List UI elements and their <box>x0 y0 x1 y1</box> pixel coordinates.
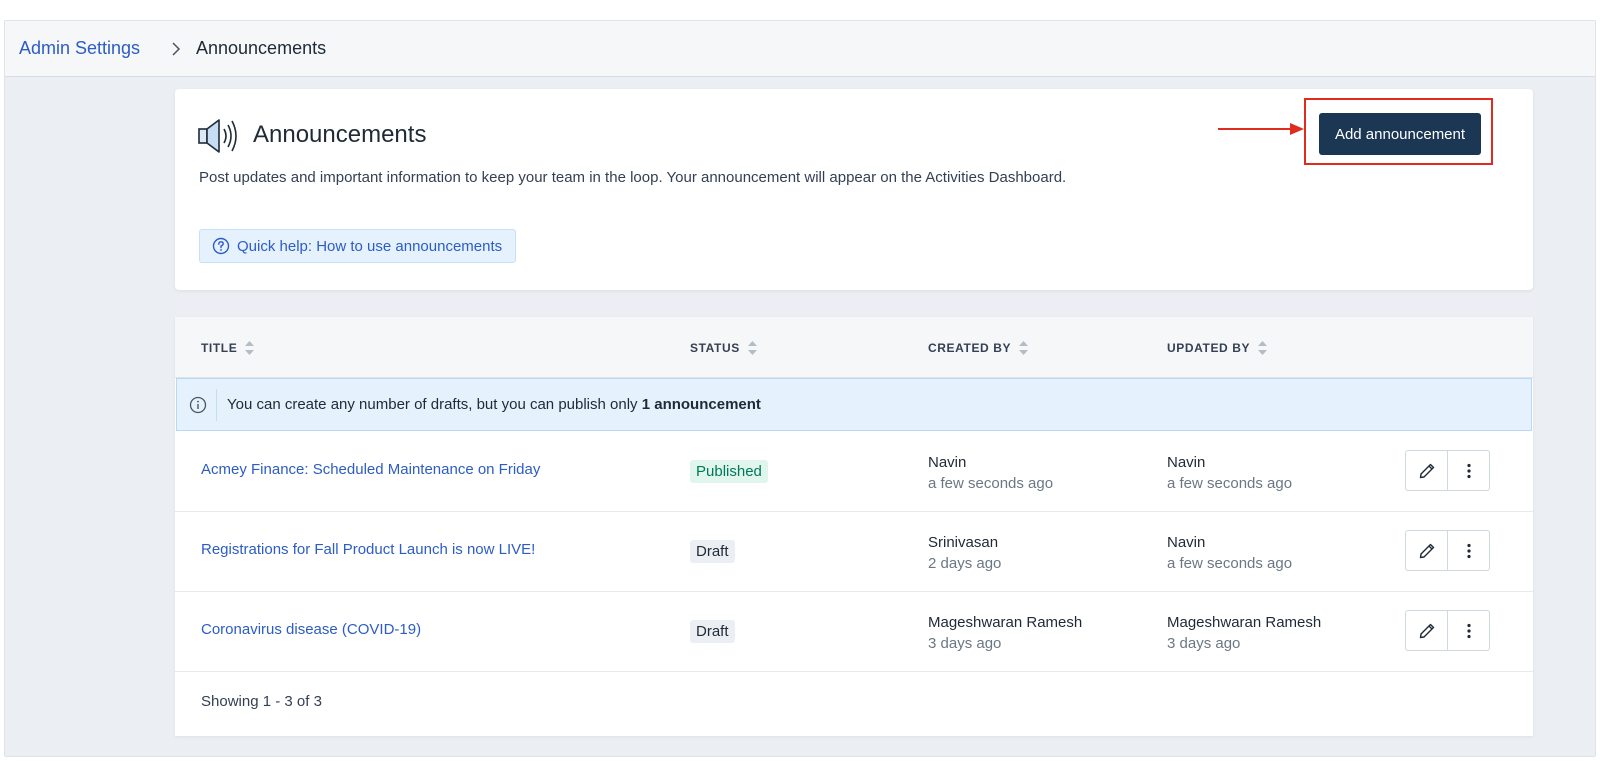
column-header-title[interactable]: TITLE <box>201 341 255 355</box>
announcements-table: TITLE STATUS CREATED BY UPDATED BY You c… <box>175 317 1533 736</box>
announcement-title-link[interactable]: Coronavirus disease (COVID-19) <box>201 621 421 638</box>
sort-icon <box>747 341 757 355</box>
announcement-title-link[interactable]: Acmey Finance: Scheduled Maintenance on … <box>201 461 540 478</box>
pencil-icon <box>1419 543 1434 558</box>
created-by-name: Mageshwaran Ramesh <box>928 614 1083 631</box>
updated-time: 3 days ago <box>1167 635 1241 652</box>
edit-button[interactable] <box>1406 451 1447 490</box>
publish-limit-info-banner: You can create any number of drafts, but… <box>176 378 1532 431</box>
info-message: You can create any number of drafts, but… <box>227 396 761 413</box>
status-badge: Draft <box>690 620 735 643</box>
more-options-button[interactable] <box>1447 531 1489 570</box>
pagination-summary: Showing 1 - 3 of 3 <box>201 693 322 710</box>
breadcrumb: Admin Settings Announcements <box>5 21 1595 77</box>
created-by-name: Navin <box>928 454 967 471</box>
breadcrumb-admin-settings-link[interactable]: Admin Settings <box>19 38 140 59</box>
updated-time: a few seconds ago <box>1167 555 1293 572</box>
more-options-button[interactable] <box>1447 611 1489 650</box>
created-by-name: Srinivasan <box>928 534 999 551</box>
info-message-bold: 1 announcement <box>641 396 761 413</box>
table-header: TITLE STATUS CREATED BY UPDATED BY <box>175 317 1533 378</box>
app-frame: Admin Settings Announcements Announcemen… <box>4 20 1596 757</box>
sort-icon <box>245 341 255 355</box>
updated-by-cell: Navin a few seconds ago <box>1167 452 1292 494</box>
pencil-icon <box>1419 623 1434 638</box>
updated-by-name: Mageshwaran Ramesh <box>1167 614 1322 631</box>
updated-by-name: Navin <box>1167 454 1206 471</box>
created-by-cell: Mageshwaran Ramesh 3 days ago <box>928 612 1082 654</box>
column-header-updated-by[interactable]: UPDATED BY <box>1167 341 1268 355</box>
column-header-label: UPDATED BY <box>1167 341 1251 355</box>
updated-by-name: Navin <box>1167 534 1206 551</box>
table-row: Acmey Finance: Scheduled Maintenance on … <box>175 431 1533 512</box>
status-badge: Draft <box>690 540 735 563</box>
edit-button[interactable] <box>1406 611 1447 650</box>
more-options-button[interactable] <box>1447 451 1489 490</box>
chevron-right-icon <box>172 42 181 56</box>
row-actions <box>1405 610 1490 651</box>
question-circle-icon <box>212 237 230 255</box>
announcements-header-card: Announcements Post updates and important… <box>175 89 1533 290</box>
sort-icon <box>1019 341 1029 355</box>
created-time: 2 days ago <box>928 555 1002 572</box>
column-header-created-by[interactable]: CREATED BY <box>928 341 1029 355</box>
column-header-label: STATUS <box>690 341 740 355</box>
add-announcement-button[interactable]: Add announcement <box>1319 113 1481 155</box>
updated-time: a few seconds ago <box>1167 475 1293 492</box>
quick-help-label: Quick help: How to use announcements <box>237 237 503 255</box>
updated-by-cell: Mageshwaran Ramesh 3 days ago <box>1167 612 1321 654</box>
quick-help-link[interactable]: Quick help: How to use announcements <box>199 229 517 263</box>
row-actions <box>1405 450 1490 491</box>
pencil-icon <box>1419 463 1434 478</box>
page-description: Post updates and important information t… <box>199 169 1067 186</box>
edit-button[interactable] <box>1406 531 1447 570</box>
updated-by-cell: Navin a few seconds ago <box>1167 532 1292 574</box>
created-time: a few seconds ago <box>928 475 1054 492</box>
column-header-status[interactable]: STATUS <box>690 341 757 355</box>
status-badge: Published <box>690 460 768 483</box>
announcement-title-link[interactable]: Registrations for Fall Product Launch is… <box>201 541 535 558</box>
created-by-cell: Navin a few seconds ago <box>928 452 1053 494</box>
more-vertical-icon <box>1466 623 1471 638</box>
column-header-label: TITLE <box>201 341 238 355</box>
more-vertical-icon <box>1466 463 1471 478</box>
breadcrumb-current: Announcements <box>196 38 327 58</box>
megaphone-icon <box>198 119 237 153</box>
sort-icon <box>1258 341 1268 355</box>
banner-divider <box>216 389 217 421</box>
created-by-cell: Srinivasan 2 days ago <box>928 532 1001 574</box>
more-vertical-icon <box>1466 543 1471 558</box>
table-row: Coronavirus disease (COVID-19) Draft Mag… <box>175 591 1533 672</box>
table-row: Registrations for Fall Product Launch is… <box>175 511 1533 592</box>
info-message-text: You can create any number of drafts, but… <box>227 396 638 413</box>
row-actions <box>1405 530 1490 571</box>
column-header-label: CREATED BY <box>928 341 1012 355</box>
created-time: 3 days ago <box>928 635 1002 652</box>
arrow-right-annotation <box>1218 123 1304 135</box>
page-title: Announcements <box>253 121 427 148</box>
info-icon <box>189 396 207 414</box>
